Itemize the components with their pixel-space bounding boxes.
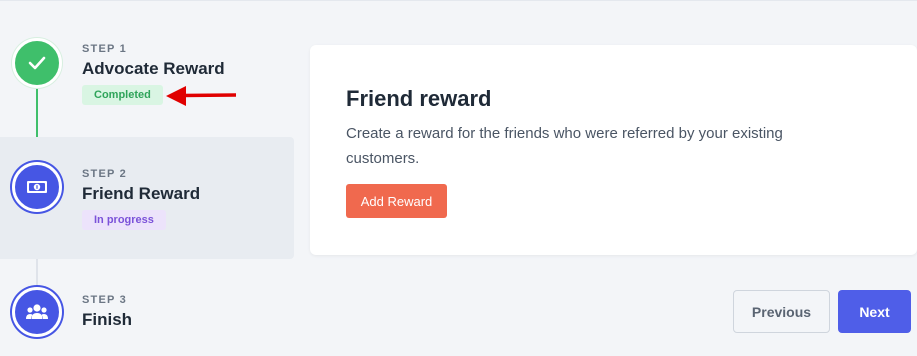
add-reward-button[interactable]: Add Reward xyxy=(346,184,447,218)
annotation-arrow-icon xyxy=(166,86,237,106)
step-2-text: STEP 2 Friend Reward In progress xyxy=(82,168,200,230)
step-1-title: Advocate Reward xyxy=(82,59,225,78)
step-1-circle xyxy=(12,38,62,88)
previous-button[interactable]: Previous xyxy=(733,290,830,333)
status-badge-in-progress: In progress xyxy=(82,210,166,230)
next-button[interactable]: Next xyxy=(838,290,911,333)
step-3-text: STEP 3 Finish xyxy=(82,294,132,330)
step-3[interactable]: STEP 3 Finish xyxy=(0,280,294,350)
check-icon xyxy=(28,56,46,70)
money-bill-icon xyxy=(27,181,47,193)
step-1[interactable]: STEP 1 Advocate Reward Completed xyxy=(0,30,294,116)
top-divider xyxy=(0,0,917,1)
card-title: Friend reward xyxy=(346,86,492,111)
referral-setup-wizard: STEP 1 Advocate Reward Completed STEP 2 … xyxy=(0,0,917,356)
users-icon xyxy=(26,304,48,319)
step-2-title: Friend Reward xyxy=(82,184,201,203)
step-1-label: STEP 1 xyxy=(82,43,127,55)
status-badge-completed: Completed xyxy=(82,85,163,105)
step-2-circle xyxy=(12,162,62,212)
card-description: Create a reward for the friends who were… xyxy=(346,125,783,167)
step-3-title: Finish xyxy=(82,310,133,329)
step-2-label: STEP 2 xyxy=(82,168,127,180)
step-3-circle xyxy=(12,287,62,337)
step-2[interactable]: STEP 2 Friend Reward In progress xyxy=(0,137,294,259)
friend-reward-card: Friend reward Create a reward for the fr… xyxy=(310,45,917,255)
step-3-label: STEP 3 xyxy=(82,294,127,306)
